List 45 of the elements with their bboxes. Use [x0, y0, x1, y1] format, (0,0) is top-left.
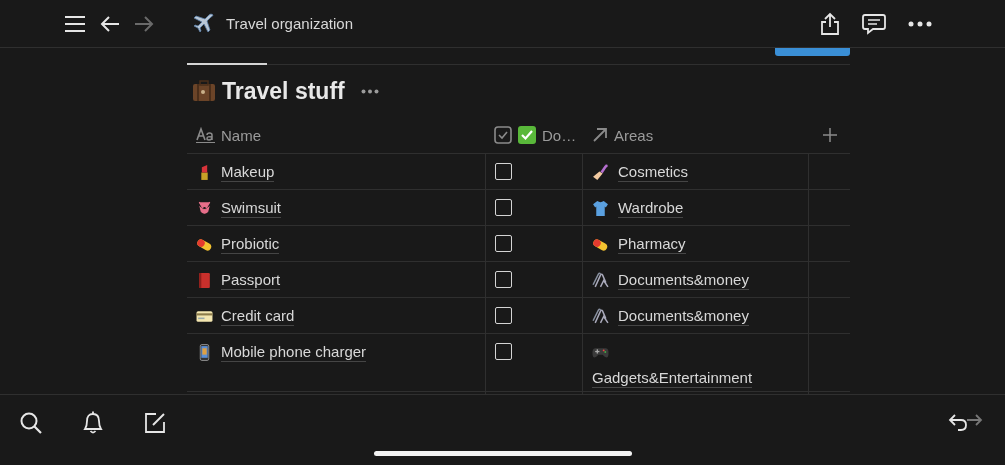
nail-polish-hand-icon	[592, 164, 609, 181]
checkbox[interactable]	[495, 163, 512, 180]
more-icon[interactable]	[908, 20, 932, 27]
item-name[interactable]: Swimsuit	[221, 199, 281, 218]
checkbox[interactable]	[495, 235, 512, 252]
checkbox[interactable]	[495, 307, 512, 324]
page-title: Travel organization	[226, 15, 353, 32]
checkbox[interactable]	[495, 271, 512, 288]
paperclips-icon	[592, 272, 609, 289]
share-icon[interactable]	[820, 11, 840, 36]
back-icon[interactable]	[100, 14, 120, 33]
swimsuit-icon	[196, 200, 213, 217]
area-link[interactable]: Documents&money	[618, 271, 749, 290]
check-mark-icon	[518, 126, 536, 144]
item-name[interactable]: Makeup	[221, 163, 275, 182]
checkbox[interactable]	[495, 199, 512, 216]
column-header[interactable]: Name	[221, 126, 261, 144]
more-icon[interactable]	[360, 88, 379, 94]
item-name[interactable]: Credit card	[221, 307, 295, 326]
bell-icon[interactable]	[81, 410, 105, 436]
text-property-icon	[196, 127, 215, 143]
checkbox[interactable]	[495, 343, 512, 360]
area-link[interactable]: Gadgets&Entertainment	[592, 368, 753, 388]
paperclips-icon	[592, 308, 609, 325]
item-name[interactable]: Probiotic	[221, 235, 280, 254]
menu-icon[interactable]	[64, 14, 86, 33]
column-header[interactable]: Areas	[614, 126, 654, 144]
column-header[interactable]: Do…	[542, 126, 577, 144]
book-icon	[196, 272, 213, 289]
checkbox-property-icon	[494, 126, 512, 144]
relation-arrow-icon	[592, 127, 608, 143]
credit-card-icon	[196, 308, 213, 325]
suitcase-icon	[192, 80, 216, 102]
database-title: Travel stuff	[222, 77, 345, 105]
area-link[interactable]: Cosmetics	[618, 163, 688, 182]
shirt-icon	[592, 200, 609, 217]
compose-icon[interactable]	[143, 411, 167, 435]
add-property-icon[interactable]	[822, 128, 837, 142]
search-icon[interactable]	[19, 411, 43, 435]
area-link[interactable]: Documents&money	[618, 307, 749, 326]
area-link[interactable]: Pharmacy	[618, 235, 686, 254]
item-name[interactable]: Mobile phone charger	[221, 343, 367, 362]
comment-icon[interactable]	[862, 12, 886, 35]
item-name[interactable]: Passport	[221, 271, 281, 290]
area-link[interactable]: Wardrobe	[618, 199, 684, 218]
